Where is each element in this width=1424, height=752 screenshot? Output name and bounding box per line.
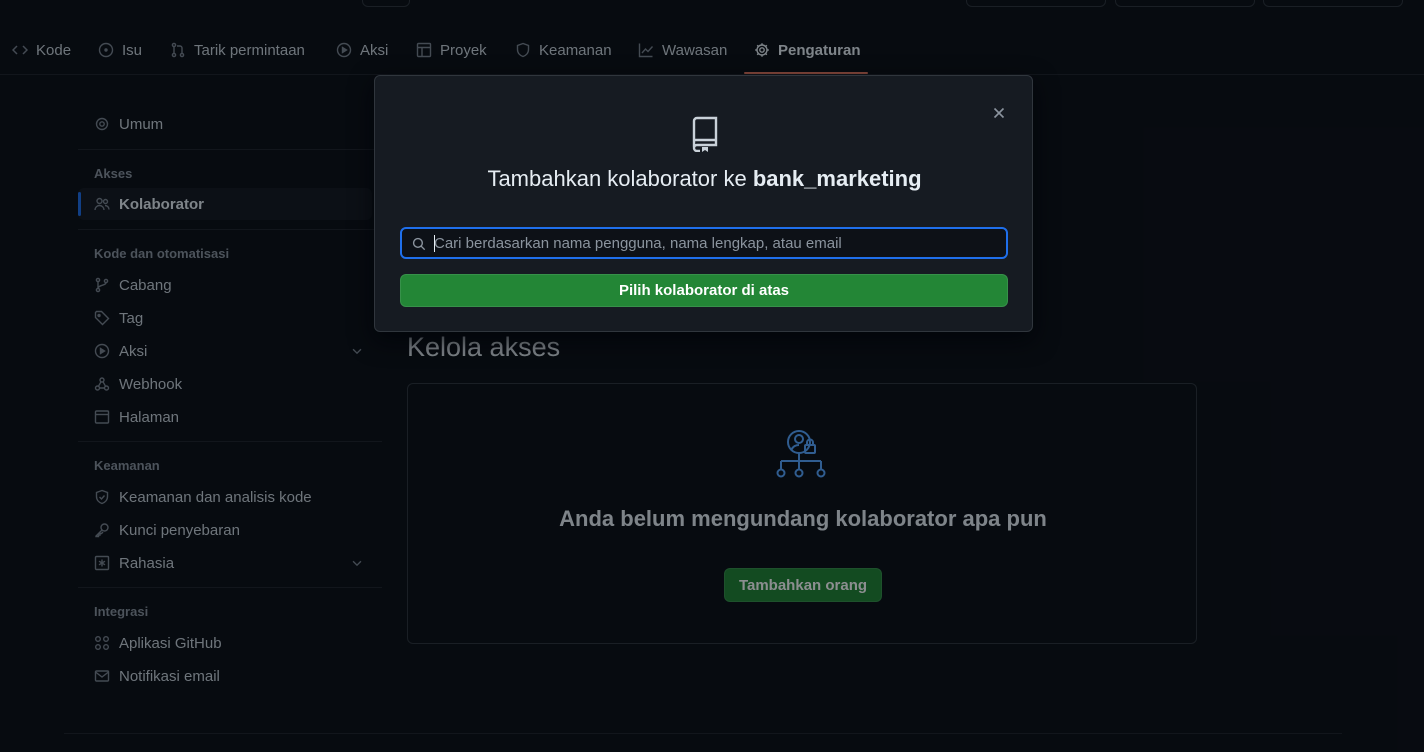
search-icon <box>412 237 426 251</box>
select-collaborator-button[interactable]: Pilih kolaborator di atas <box>400 274 1008 307</box>
repo-name: bank_marketing <box>752 166 922 191</box>
text-caret <box>434 235 435 252</box>
add-collaborator-dialog: Tambahkan kolaborator ke bank_marketing … <box>374 75 1033 332</box>
close-icon[interactable] <box>991 105 1007 121</box>
dialog-title: Tambahkan kolaborator ke bank_marketing <box>375 166 1034 192</box>
repo-icon <box>692 116 718 152</box>
search-field[interactable] <box>400 227 1008 259</box>
search-input[interactable] <box>434 229 994 257</box>
dialog-title-prefix: Tambahkan kolaborator ke <box>487 166 753 191</box>
